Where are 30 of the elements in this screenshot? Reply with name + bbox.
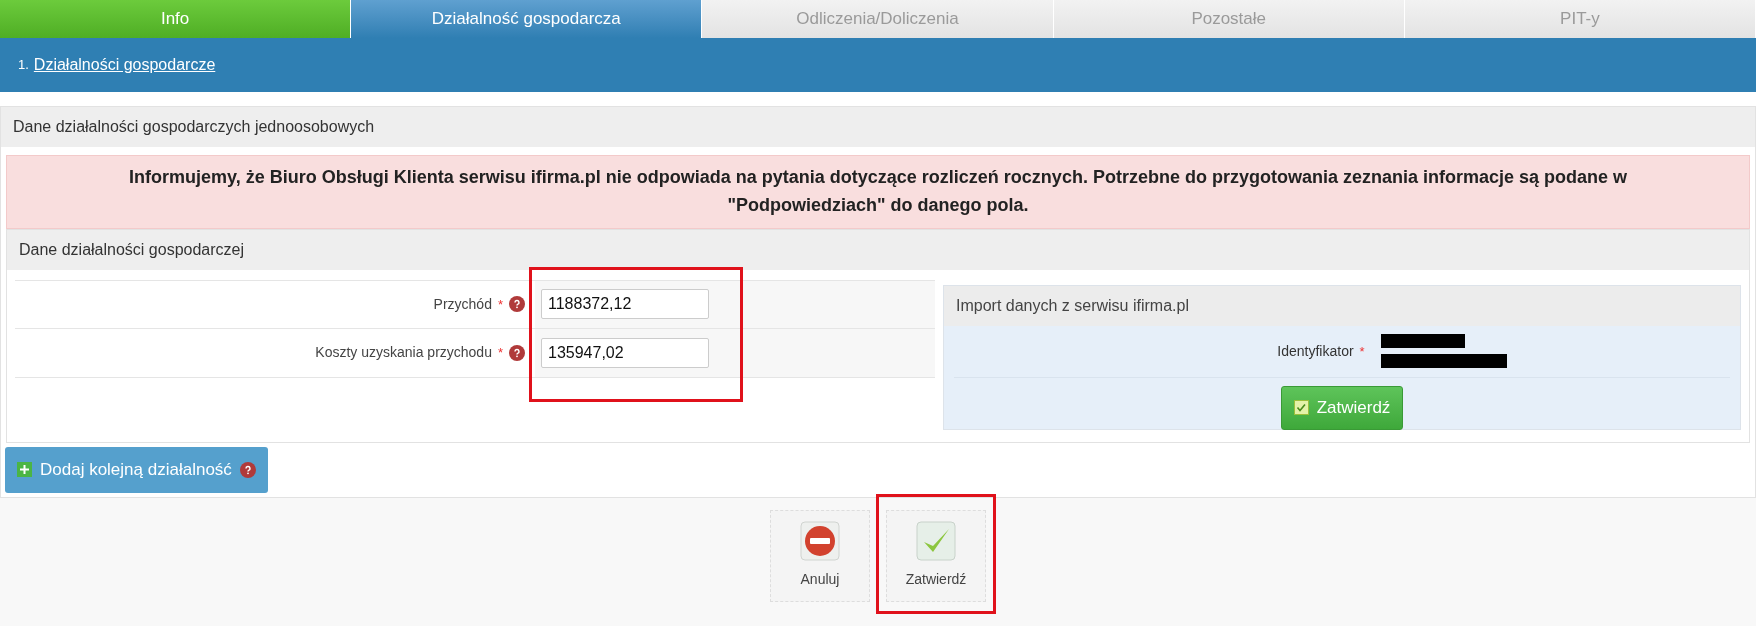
step-tab[interactable]: Info — [0, 0, 352, 38]
step-tab[interactable]: Pozostałe — [1053, 0, 1405, 38]
panel-title: Dane działalności gospodarczej — [19, 239, 245, 260]
field-label: Przychód — [433, 294, 492, 314]
notice-alert: Informujemy, że Biuro Obsługi Klienta serwisu ifirma.pl nie odpowiada na pytania dotyczące rozliczeń rocznych. Potrzebne do przygotowania zeznania informacje są podane w "Podpowiedziach" do danego pola. — [6, 155, 1750, 229]
help-icon[interactable] — [239, 461, 256, 478]
step-number: 1. — [18, 56, 29, 75]
import-title: Import danych z serwisu ifirma.pl — [956, 295, 1189, 316]
number-input[interactable]: 1188372,12 — [541, 289, 709, 320]
field-label: Identyfikator — [1277, 341, 1354, 361]
add-button[interactable]: Dodaj kolejną działalność — [5, 446, 268, 493]
breadcrumb-link[interactable]: Działalności gospodarcze — [33, 53, 216, 77]
help-icon[interactable] — [509, 344, 525, 361]
minus-icon — [800, 520, 840, 561]
step-tab[interactable]: Odliczenia/Doliczenia — [702, 0, 1054, 38]
step-tab[interactable]: PIT-y — [1404, 0, 1756, 38]
required-mark: * — [497, 344, 503, 363]
field-label: Koszty uzyskania przychodu — [315, 343, 492, 363]
plus-icon — [17, 462, 32, 478]
required-mark: * — [497, 295, 503, 314]
help-icon[interactable] — [509, 296, 525, 313]
step-tab[interactable]: Działalność gospodarcza — [351, 0, 703, 38]
section-title: Dane działalności gospodarczych jednoosobowych — [13, 117, 375, 137]
number-input[interactable]: 135947,02 — [541, 337, 709, 368]
confirm-button[interactable]: Zatwierdź — [1280, 385, 1404, 430]
confirm-button[interactable]: Zatwierdź — [886, 509, 986, 602]
required-mark: * — [1359, 342, 1365, 361]
cancel-button[interactable]: Anuluj — [770, 509, 870, 602]
checkbox-icon — [1293, 400, 1309, 416]
checkmark-icon — [916, 520, 956, 561]
